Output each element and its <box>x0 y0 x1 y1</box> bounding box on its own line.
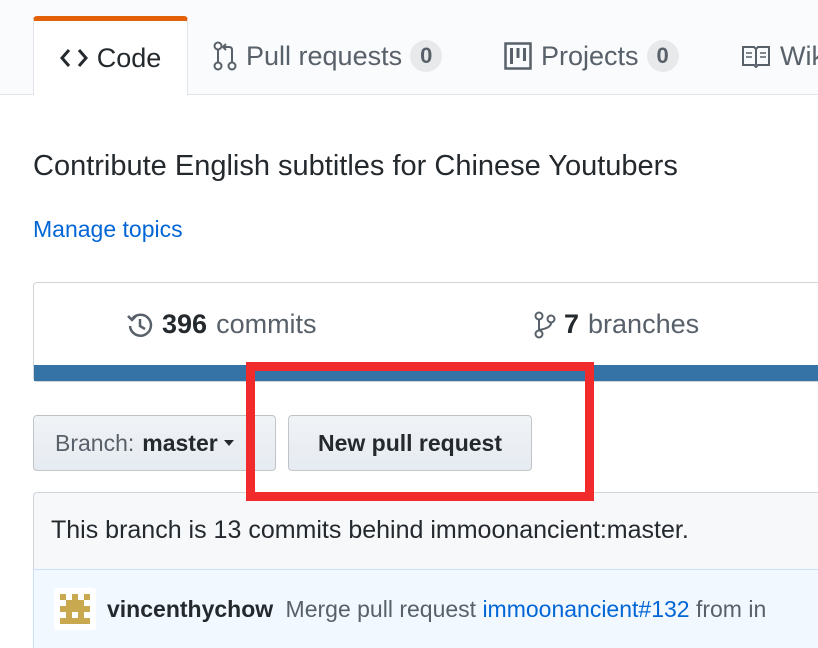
pull-requests-counter: 0 <box>410 39 443 73</box>
caret-down-icon <box>223 440 234 446</box>
tab-pull-requests[interactable]: Pull requests 0 <box>213 16 443 96</box>
book-icon <box>741 44 771 68</box>
repo-nav: Code Pull requests 0 Projects 0 Wiki <box>0 0 818 96</box>
branch-status-text: This branch is 13 commits behind immoona… <box>51 516 689 544</box>
tab-projects[interactable]: Projects 0 <box>504 16 679 96</box>
language-bar <box>34 365 818 381</box>
branches-link[interactable]: 7 branches <box>534 309 699 340</box>
tab-code[interactable]: Code <box>33 16 188 96</box>
tab-projects-label: Projects <box>541 40 639 71</box>
commit-author-link[interactable]: vincenthychow <box>107 596 273 622</box>
tab-wiki[interactable]: Wiki <box>741 16 818 96</box>
new-pull-request-button[interactable]: New pull request <box>288 415 532 471</box>
commit-pr-link[interactable]: immoonancient#132 <box>482 596 689 622</box>
repo-description: Contribute English subtitles for Chinese… <box>33 150 678 182</box>
commit-message-line: vincenthychow Merge pull request immoona… <box>107 596 766 623</box>
branches-count: 7 <box>564 309 580 339</box>
tab-pull-requests-label: Pull requests <box>246 40 403 71</box>
manage-topics-link[interactable]: Manage topics <box>33 216 183 243</box>
project-icon <box>504 42 532 70</box>
projects-counter: 0 <box>646 39 679 73</box>
branch-infobar: This branch is 13 commits behind immoona… <box>33 492 818 570</box>
history-icon <box>126 311 154 339</box>
numbers-summary: 396 commits 7 branches <box>33 282 818 382</box>
branch-select-button[interactable]: Branch: master <box>33 415 276 471</box>
code-icon <box>59 47 88 69</box>
tab-wiki-label: Wiki <box>780 40 818 71</box>
avatar[interactable] <box>54 588 96 630</box>
git-pull-request-icon <box>213 41 237 71</box>
branch-select-prefix: Branch: <box>55 429 135 456</box>
commit-message-prefix[interactable]: Merge pull request <box>286 596 477 622</box>
commits-link[interactable]: 396 commits <box>126 309 317 340</box>
commit-tease: vincenthychow Merge pull request immoona… <box>33 569 818 648</box>
branch-select-value: master <box>142 429 218 456</box>
branches-label: branches <box>588 309 700 339</box>
commit-message-suffix[interactable]: from in <box>696 596 766 622</box>
commits-label: commits <box>216 309 317 339</box>
tab-code-label: Code <box>96 42 162 73</box>
git-branch-icon <box>534 311 556 339</box>
commits-count: 396 <box>162 309 208 339</box>
